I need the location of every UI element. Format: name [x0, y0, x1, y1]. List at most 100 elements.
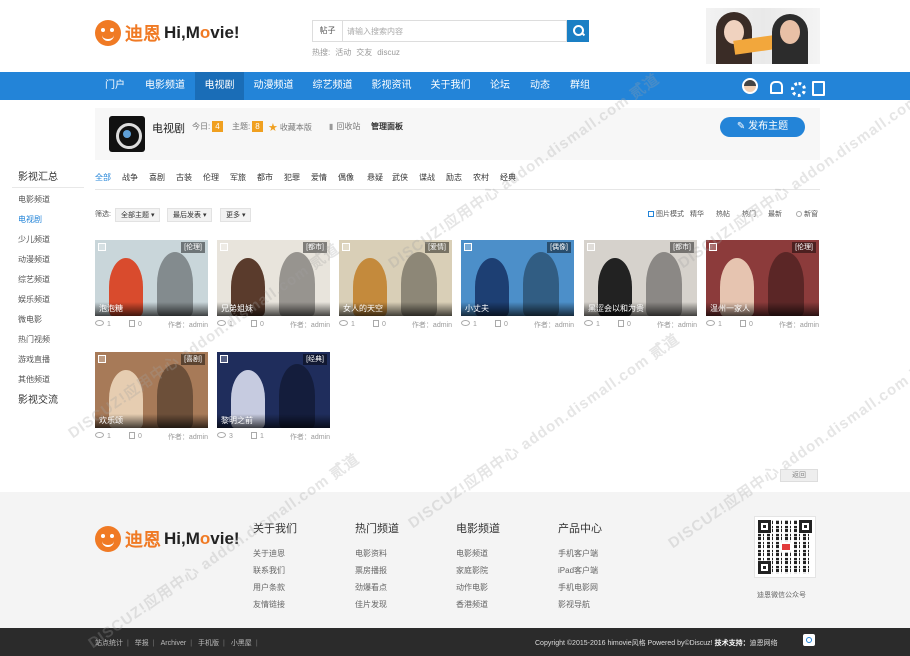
thread-author[interactable]: 作者：admin: [534, 320, 574, 330]
thread-title[interactable]: 泡泡糖: [95, 302, 208, 316]
thread-card[interactable]: [爱情] 女人的天空 1 0 作者：admin: [339, 240, 452, 340]
category-tab[interactable]: 悬疑: [367, 172, 383, 190]
footer-link[interactable]: 劲爆看点: [355, 582, 399, 599]
nav-item-tv[interactable]: 电视剧: [195, 72, 244, 100]
thread-card[interactable]: [伦理] 泡泡糖 1 0 作者：admin: [95, 240, 208, 340]
sidebar-item-hot-video[interactable]: 热门视频: [12, 330, 84, 350]
sort-digest[interactable]: 精华: [690, 208, 704, 222]
footer-link[interactable]: 佳片发现: [355, 599, 399, 616]
thread-card[interactable]: [经典] 黎明之前 3 1 作者：admin: [217, 352, 330, 452]
thread-thumbnail[interactable]: [偶像] 小丈夫: [461, 240, 574, 316]
footer-link[interactable]: 电影资料: [355, 548, 399, 565]
logout-icon[interactable]: [810, 80, 825, 96]
back-button[interactable]: 返回: [780, 469, 818, 482]
thread-author[interactable]: 作者：admin: [168, 432, 208, 442]
thread-title[interactable]: 小丈夫: [461, 302, 574, 316]
nav-item-activity[interactable]: 动态: [520, 72, 560, 100]
thread-title[interactable]: 兄弟姐妹: [217, 302, 330, 316]
archiver-link[interactable]: Archiver: [161, 640, 187, 647]
footer-link[interactable]: 关于迪恩: [253, 548, 297, 565]
select-checkbox[interactable]: [98, 355, 106, 363]
footer-link[interactable]: 友情链接: [253, 599, 297, 616]
filter-more-dropdown[interactable]: 更多 ▾: [220, 208, 252, 222]
footer-link[interactable]: 用户条款: [253, 582, 297, 599]
category-tab[interactable]: 犯罪: [284, 172, 300, 190]
search-button[interactable]: [567, 20, 589, 42]
select-checkbox[interactable]: [342, 243, 350, 251]
thread-thumbnail[interactable]: [都市] 黑涩会以和为贵: [584, 240, 697, 316]
footer-link[interactable]: 联系我们: [253, 565, 297, 582]
thread-title[interactable]: 温州一家人: [706, 302, 819, 316]
search-input[interactable]: [342, 20, 567, 42]
thread-author[interactable]: 作者：admin: [779, 320, 819, 330]
image-mode-toggle[interactable]: 图片模式: [648, 208, 684, 222]
thread-title[interactable]: 黑涩会以和为贵: [584, 302, 697, 316]
share-icon[interactable]: [803, 634, 815, 646]
footer-logo[interactable]: 迪恩 Hi,Movie!: [95, 526, 240, 552]
category-tab[interactable]: 爱情: [311, 172, 327, 190]
sidebar-item-discussion[interactable]: 影视交流: [12, 390, 84, 412]
hot-word[interactable]: 交友: [356, 48, 372, 57]
nav-item-variety[interactable]: 综艺频道: [303, 72, 362, 100]
category-tab[interactable]: 励志: [446, 172, 462, 190]
thread-card[interactable]: [偶像] 小丈夫 1 0 作者：admin: [461, 240, 574, 340]
nav-item-groups[interactable]: 群组: [560, 72, 600, 100]
footer-link[interactable]: 手机客户端: [558, 548, 602, 565]
category-tab[interactable]: 都市: [257, 172, 273, 190]
thread-author[interactable]: 作者：admin: [657, 320, 697, 330]
category-tab[interactable]: 伦理: [203, 172, 219, 190]
sort-popular[interactable]: 热门: [742, 208, 756, 222]
thread-card[interactable]: [都市] 黑涩会以和为贵 1 0 作者：admin: [584, 240, 697, 340]
report-link[interactable]: 举报: [135, 640, 149, 647]
thread-thumbnail[interactable]: [伦理] 泡泡糖: [95, 240, 208, 316]
select-checkbox[interactable]: [587, 243, 595, 251]
filter-all-topics-dropdown[interactable]: 全部主题 ▾: [115, 208, 161, 222]
hot-word[interactable]: 活动: [335, 48, 351, 57]
category-tab[interactable]: 偶像: [338, 172, 354, 190]
nav-item-portal[interactable]: 门户: [95, 72, 135, 100]
category-tab[interactable]: 武侠: [392, 172, 408, 190]
filter-last-post-dropdown[interactable]: 最后发表 ▾: [167, 208, 213, 222]
category-tab[interactable]: 经典: [500, 172, 516, 190]
footer-link[interactable]: 手机电影网: [558, 582, 602, 599]
sidebar-item-tv[interactable]: 电视剧: [12, 210, 84, 230]
select-checkbox[interactable]: [220, 243, 228, 251]
thread-card[interactable]: [伦理] 温州一家人 1 0 作者：admin: [706, 240, 819, 340]
footer-link[interactable]: 动作电影: [456, 582, 500, 599]
thread-thumbnail[interactable]: [经典] 黎明之前: [217, 352, 330, 428]
footer-link[interactable]: 香港频道: [456, 599, 500, 616]
sidebar-item-kids[interactable]: 少儿频道: [12, 230, 84, 250]
sidebar-item-micro-film[interactable]: 微电影: [12, 310, 84, 330]
thread-thumbnail[interactable]: [都市] 兄弟姐妹: [217, 240, 330, 316]
footer-link[interactable]: 影视导航: [558, 599, 602, 616]
nav-item-anime[interactable]: 动漫频道: [244, 72, 303, 100]
sort-hot-posts[interactable]: 热帖: [716, 208, 730, 222]
thread-author[interactable]: 作者：admin: [412, 320, 452, 330]
mobile-link[interactable]: 手机版: [198, 640, 219, 647]
thread-card[interactable]: [都市] 兄弟姐妹 1 0 作者：admin: [217, 240, 330, 340]
user-avatar[interactable]: [742, 78, 758, 94]
thread-author[interactable]: 作者：admin: [290, 432, 330, 442]
category-tab[interactable]: 古装: [176, 172, 192, 190]
thread-thumbnail[interactable]: [爱情] 女人的天空: [339, 240, 452, 316]
new-window-toggle[interactable]: 新窗: [796, 208, 818, 222]
footer-link[interactable]: 家庭影院: [456, 565, 500, 582]
select-checkbox[interactable]: [98, 243, 106, 251]
sidebar-item-entertainment[interactable]: 娱乐频道: [12, 290, 84, 310]
post-topic-button[interactable]: ✎ 发布主题: [720, 117, 805, 137]
thread-thumbnail[interactable]: [伦理] 温州一家人: [706, 240, 819, 316]
stats-link[interactable]: 站点统计: [95, 640, 123, 647]
footer-link[interactable]: 电影频道: [456, 548, 500, 565]
thread-author[interactable]: 作者：admin: [290, 320, 330, 330]
admin-panel-link[interactable]: 管理面板: [371, 121, 403, 132]
category-tab[interactable]: 战争: [122, 172, 138, 190]
nav-item-forum[interactable]: 论坛: [480, 72, 520, 100]
select-checkbox[interactable]: [220, 355, 228, 363]
sidebar-item-game-live[interactable]: 游戏直播: [12, 350, 84, 370]
category-tab[interactable]: 农村: [473, 172, 489, 190]
sidebar-item-movie[interactable]: 电影频道: [12, 190, 84, 210]
site-logo[interactable]: 迪恩 Hi,Movie!: [95, 18, 240, 48]
category-tab[interactable]: 军旅: [230, 172, 246, 190]
category-tab[interactable]: 谍战: [419, 172, 435, 190]
sidebar-item-variety[interactable]: 综艺频道: [12, 270, 84, 290]
